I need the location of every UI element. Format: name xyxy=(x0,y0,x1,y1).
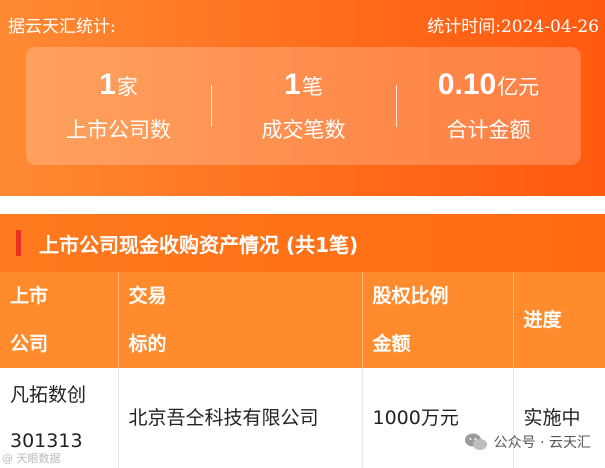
stat-value: 1 xyxy=(99,68,116,101)
source-text: 据云天汇统计: xyxy=(8,16,116,37)
company-name: 凡拓数创 xyxy=(10,384,87,406)
stat-company-count: 1 家 上市公司数 xyxy=(26,47,211,165)
header-company: 上市 公司 xyxy=(0,272,119,368)
header-progress: 进度 xyxy=(513,272,605,368)
wechat-icon xyxy=(464,433,487,450)
summary-hero: 据云天汇统计: 统计时间:2024-04-26 1 家 上市公司数 1 笔 成交… xyxy=(0,0,605,196)
watermark-left: @ 天眼数据 xyxy=(2,452,61,465)
section-accent-bar xyxy=(16,230,21,256)
section-header: 上市公司现金收购资产情况 (共1笔) xyxy=(0,214,605,272)
header-target: 交易 标的 xyxy=(118,272,363,368)
stat-label: 成交笔数 xyxy=(261,118,346,142)
section-title: 上市公司现金收购资产情况 (共1笔) xyxy=(39,232,359,257)
section-spacer xyxy=(0,196,605,214)
cell-amount: 1000万元 xyxy=(362,368,514,468)
cell-target: 北京吾仝科技有限公司 xyxy=(118,368,363,468)
table-row: 凡拓数创 301313 北京吾仝科技有限公司 1000万元 实施中 xyxy=(0,368,605,468)
stat-label: 合计金额 xyxy=(446,118,531,142)
stats-card: 1 家 上市公司数 1 笔 成交笔数 0.10 亿元 合计金额 xyxy=(26,47,581,165)
stat-value: 0.10 xyxy=(437,68,497,101)
stat-label: 上市公司数 xyxy=(66,118,171,142)
stat-total-amount: 0.10 亿元 合计金额 xyxy=(396,47,581,165)
table-header-row: 上市 公司 交易 标的 股权比例 金额 进度 xyxy=(0,272,605,368)
hero-top-bar: 据云天汇统计: 统计时间:2024-04-26 xyxy=(8,10,599,38)
watermark-text: 公众号 · 云天汇 xyxy=(493,435,591,451)
stat-value: 1 xyxy=(284,68,301,101)
watermark-right: 公众号 · 云天汇 xyxy=(464,432,591,452)
stat-deal-count: 1 笔 成交笔数 xyxy=(211,47,396,165)
stat-unit: 亿元 xyxy=(497,75,540,99)
stat-unit: 家 xyxy=(116,75,138,99)
stat-date: 统计时间:2024-04-26 xyxy=(427,16,599,37)
cell-progress: 实施中 xyxy=(513,368,605,468)
header-amount: 股权比例 金额 xyxy=(362,272,514,368)
stat-unit: 笔 xyxy=(301,75,323,99)
